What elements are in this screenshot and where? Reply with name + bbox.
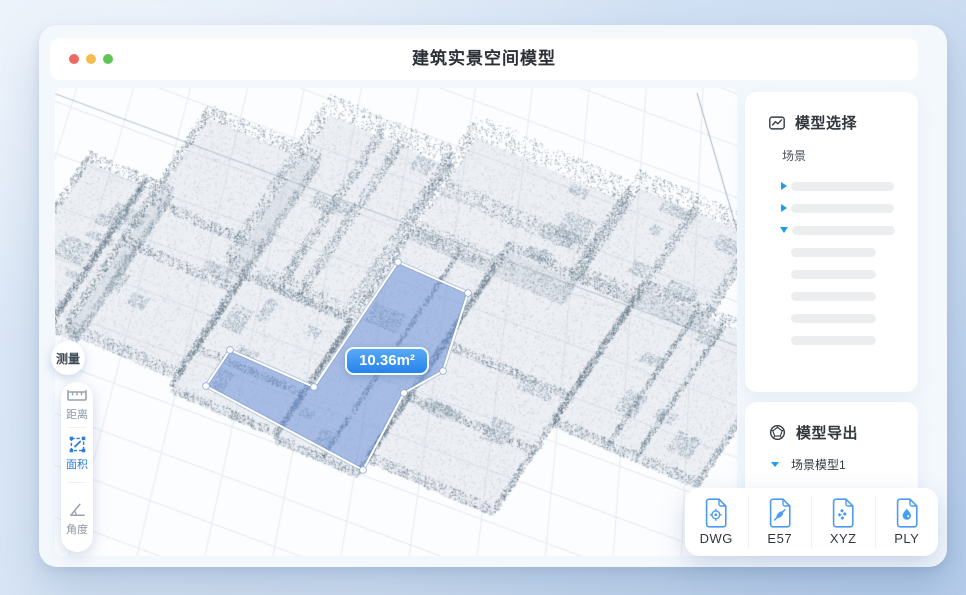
export-e57-label: E57 <box>767 531 792 546</box>
angle-icon <box>68 500 87 519</box>
vertex-handle[interactable] <box>311 384 318 391</box>
export-dwg-button[interactable]: DWG <box>685 496 748 548</box>
xyz-points-icon <box>831 498 855 528</box>
tool-distance-button[interactable]: 距离 <box>61 388 93 422</box>
measure-mode-button[interactable]: 测量 <box>51 341 85 375</box>
tool-angle-button[interactable]: 角度 <box>61 500 93 537</box>
scene-item-placeholder <box>791 204 894 213</box>
ply-droplet-icon <box>895 498 919 528</box>
area-measurement-badge: 10.36m² <box>345 347 429 375</box>
chevron-down-icon[interactable] <box>771 462 779 467</box>
model-export-header: 模型导出 <box>745 402 918 443</box>
scene-subitem-placeholder <box>791 336 876 345</box>
tool-area-label: 面积 <box>61 456 93 472</box>
title-bar: 建筑实景空间模型 <box>50 38 918 80</box>
dwg-crosshair-icon <box>704 498 728 528</box>
page-title: 建筑实景空间模型 <box>50 38 918 80</box>
vertex-handle[interactable] <box>203 383 210 390</box>
vertex-handle[interactable] <box>465 290 472 297</box>
vertex-handle[interactable] <box>227 347 234 354</box>
vertex-handle[interactable] <box>360 467 367 474</box>
measure-tool-pill: 距离 面积 角度 <box>61 382 93 552</box>
area-measurement-overlay <box>55 88 737 556</box>
model-viewport[interactable]: 10.36m² <box>55 88 737 556</box>
model-select-panel: 模型选择 场景 <box>745 92 918 392</box>
scene-subitem-placeholder <box>791 270 876 279</box>
export-format-bar: DWG E57 <box>685 488 938 556</box>
tool-angle-label: 角度 <box>61 521 93 537</box>
scene-subitem-placeholder <box>791 248 876 257</box>
wireframe-sphere-icon <box>768 423 787 442</box>
tool-distance-label: 距离 <box>61 406 93 422</box>
scene-group-label: 场景 <box>782 147 918 164</box>
scene-item-placeholder <box>791 182 894 191</box>
vertex-handle[interactable] <box>440 368 447 375</box>
export-dwg-label: DWG <box>700 531 733 546</box>
page-background: 建筑实景空间模型 10.36m² 测 <box>0 0 966 595</box>
chevron-right-icon[interactable] <box>781 182 787 190</box>
export-xyz-button[interactable]: XYZ <box>811 496 875 548</box>
vertex-handle[interactable] <box>395 259 402 266</box>
export-ply-button[interactable]: PLY <box>875 496 939 548</box>
export-model-row[interactable]: 场景模型1 <box>772 456 918 473</box>
divider <box>68 482 86 483</box>
app-window: 建筑实景空间模型 10.36m² 测 <box>39 25 947 567</box>
scene-item[interactable] <box>745 175 918 197</box>
chevron-down-icon[interactable] <box>780 227 788 233</box>
export-e57-button[interactable]: E57 <box>748 496 812 548</box>
export-ply-label: PLY <box>894 531 919 546</box>
ruler-icon <box>66 388 88 404</box>
selected-model-name: 场景模型1 <box>791 456 846 473</box>
model-select-header: 模型选择 <box>745 92 918 133</box>
tool-area-button[interactable]: 面积 <box>61 435 93 472</box>
scene-subitem[interactable] <box>745 263 918 285</box>
vertex-handle[interactable] <box>401 390 408 397</box>
scene-subitem-placeholder <box>791 292 876 301</box>
area-polygon-icon <box>68 435 87 454</box>
scene-subitem[interactable] <box>745 241 918 263</box>
export-xyz-label: XYZ <box>830 531 857 546</box>
divider <box>68 427 86 428</box>
scene-subitem[interactable] <box>745 285 918 307</box>
scene-item-list <box>745 175 918 351</box>
scene-item-placeholder <box>792 226 895 235</box>
scene-subitem-placeholder <box>791 314 876 323</box>
chart-line-icon <box>768 114 786 132</box>
scene-subitem[interactable] <box>745 307 918 329</box>
model-export-title: 模型导出 <box>796 422 858 443</box>
e57-nib-icon <box>768 498 792 528</box>
model-select-title: 模型选择 <box>795 112 857 133</box>
chevron-right-icon[interactable] <box>781 204 787 212</box>
scene-item[interactable] <box>745 219 918 241</box>
scene-item[interactable] <box>745 197 918 219</box>
scene-subitem[interactable] <box>745 329 918 351</box>
